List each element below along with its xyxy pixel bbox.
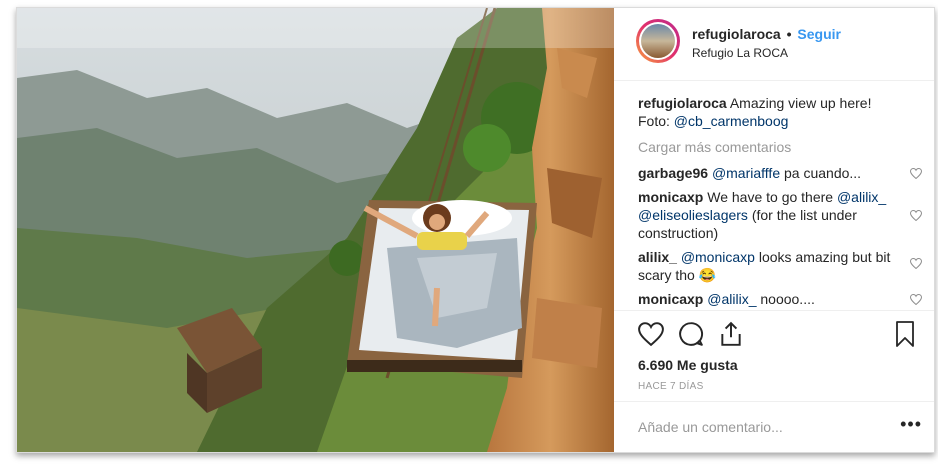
caption-text: Amazing view up here! (729, 95, 872, 111)
comment-mention[interactable]: @alilix_ (707, 291, 756, 307)
post-actions: 6.690 Me gusta HACE 7 DÍAS Añade un come… (614, 310, 934, 452)
like-heart-icon[interactable] (638, 321, 664, 347)
share-icon[interactable] (718, 321, 744, 347)
location-link[interactable]: Refugio La ROCA (692, 46, 788, 60)
like-comment-heart-icon[interactable] (910, 258, 922, 269)
like-count[interactable]: 6.690 Me gusta (638, 357, 738, 373)
header-username[interactable]: refugiolaroca (692, 26, 781, 42)
cliff-bed-image (17, 8, 614, 452)
comments-section: refugiolaroca Amazing view up here! Foto… (638, 94, 922, 308)
comment-username[interactable]: alilix_ (638, 249, 677, 265)
separator-dot: • (786, 26, 792, 42)
caption-credit-prefix: Foto: (638, 113, 670, 129)
comment-item: alilix_ @monicaxp looks amazing but bit … (638, 248, 922, 284)
post-header: refugiolaroca • Seguir Refugio La ROCA (614, 8, 934, 81)
comment-mention[interactable]: @mariafffe (712, 165, 780, 181)
post-photo[interactable] (17, 8, 614, 452)
post-timestamp: HACE 7 DÍAS (638, 381, 704, 392)
comment-username[interactable]: garbage96 (638, 165, 708, 181)
comment-mention[interactable]: @monicaxp (681, 249, 755, 265)
comment-username[interactable]: monicaxp (638, 189, 703, 205)
comment-item: monicaxp We have to go there @alilix_ @e… (638, 188, 922, 242)
follow-button[interactable]: Seguir (797, 26, 841, 42)
post-sidebar: refugiolaroca • Seguir Refugio La ROCA r… (614, 8, 934, 452)
comment-mention-2[interactable]: @eliseolieslagers (638, 207, 748, 223)
header-user-row: refugiolaroca • Seguir (692, 26, 841, 42)
comment-username[interactable]: monicaxp (638, 291, 703, 307)
avatar-image (641, 24, 675, 58)
load-more-comments-button[interactable]: Cargar más comentarios (638, 138, 922, 156)
comment-item: garbage96 @mariafffe pa cuando... (638, 164, 922, 182)
comment-bubble-icon[interactable] (678, 321, 704, 347)
comment-text: We have to go there (707, 189, 834, 205)
comment-input[interactable]: Añade un comentario... (638, 419, 783, 435)
like-comment-heart-icon[interactable] (910, 168, 922, 179)
comment-text: noooo.... (760, 291, 815, 307)
comment-text: pa cuando... (784, 165, 862, 181)
like-comment-heart-icon[interactable] (910, 210, 922, 221)
caption-username[interactable]: refugiolaroca (638, 95, 727, 111)
comment-item: monicaxp @alilix_ noooo.... (638, 290, 922, 308)
add-comment-bar: Añade un comentario... ••• (614, 401, 934, 452)
bookmark-icon[interactable] (894, 321, 916, 347)
like-comment-heart-icon[interactable] (910, 294, 922, 305)
comment-mention[interactable]: @alilix_ (837, 189, 886, 205)
instagram-post: refugiolaroca • Seguir Refugio La ROCA r… (16, 7, 935, 453)
post-caption: refugiolaroca Amazing view up here! Foto… (638, 94, 922, 130)
caption-credit-mention[interactable]: @cb_carmenboog (674, 113, 789, 129)
more-options-button[interactable]: ••• (900, 414, 922, 435)
avatar[interactable] (636, 19, 680, 63)
